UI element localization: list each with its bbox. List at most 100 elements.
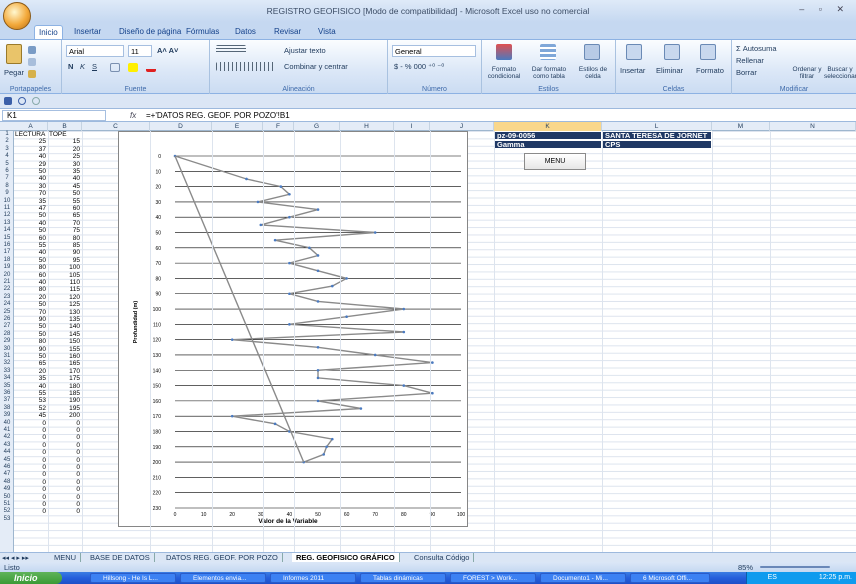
column-header-i[interactable]: I: [394, 122, 430, 131]
table-cell[interactable]: 80: [15, 338, 46, 345]
table-cell[interactable]: 40: [15, 220, 46, 227]
redo-icon[interactable]: [32, 97, 40, 105]
delete-cells-icon[interactable]: [664, 44, 680, 60]
table-cell[interactable]: 50: [15, 257, 46, 264]
row-header[interactable]: 31: [0, 353, 14, 360]
table-cell[interactable]: 40: [15, 249, 46, 256]
table-cell[interactable]: 53: [15, 397, 46, 404]
table-cell[interactable]: 50: [15, 212, 46, 219]
insert-cells-icon[interactable]: [626, 44, 642, 60]
table-cell[interactable]: 90: [49, 249, 80, 256]
table-cell[interactable]: 0: [15, 471, 46, 478]
table-cell[interactable]: 200: [49, 412, 80, 419]
table-cell[interactable]: 65: [15, 360, 46, 367]
table-cell[interactable]: 50: [15, 227, 46, 234]
row-header[interactable]: 9: [0, 190, 14, 197]
row-header[interactable]: 42: [0, 434, 14, 441]
table-cell[interactable]: 50: [15, 323, 46, 330]
row-header[interactable]: 29: [0, 338, 14, 345]
tab-diseno[interactable]: Diseño de página: [115, 25, 185, 40]
fill-button[interactable]: Rellenar: [736, 56, 764, 65]
table-cell[interactable]: 80: [15, 286, 46, 293]
row-header[interactable]: 45: [0, 457, 14, 464]
row-header[interactable]: 27: [0, 323, 14, 330]
table-cell[interactable]: 0: [15, 508, 46, 515]
table-cell[interactable]: 135: [49, 316, 80, 323]
row-header[interactable]: 21: [0, 279, 14, 286]
format-painter-icon[interactable]: [28, 70, 36, 78]
table-cell[interactable]: 0: [15, 457, 46, 464]
table-cell[interactable]: 170: [49, 368, 80, 375]
row-header[interactable]: 19: [0, 264, 14, 271]
cut-icon[interactable]: [28, 46, 36, 54]
tab-formulas[interactable]: Fórmulas: [182, 25, 223, 40]
row-header[interactable]: 43: [0, 442, 14, 449]
row-header[interactable]: 16: [0, 242, 14, 249]
table-cell[interactable]: 40: [49, 175, 80, 182]
table-cell[interactable]: 0: [49, 427, 80, 434]
table-cell[interactable]: 190: [49, 397, 80, 404]
table-cell[interactable]: 110: [49, 279, 80, 286]
table-cell[interactable]: 75: [49, 227, 80, 234]
row-header[interactable]: 11: [0, 205, 14, 212]
sheet-nav-icon[interactable]: ◂◂ ◂ ▸ ▸▸: [2, 554, 29, 562]
worksheet[interactable]: ABCDEFGHIJKLMN 1 2 3 4 5 6 7 8 9 10 11 12 13 14 15 16 17…: [0, 122, 856, 552]
table-cell[interactable]: 0: [49, 494, 80, 501]
row-header[interactable]: 10: [0, 198, 14, 205]
table-cell[interactable]: 30: [49, 161, 80, 168]
table-cell[interactable]: TOPE: [49, 131, 80, 138]
number-format-select[interactable]: General: [392, 45, 476, 57]
table-cell[interactable]: 165: [49, 360, 80, 367]
row-header[interactable]: 7: [0, 175, 14, 182]
tab-inicio[interactable]: Inicio: [34, 25, 63, 40]
row-header[interactable]: 46: [0, 464, 14, 471]
name-box[interactable]: K1: [2, 110, 106, 121]
row-header[interactable]: 38: [0, 405, 14, 412]
table-cell[interactable]: 47: [15, 205, 46, 212]
well-code[interactable]: pz-09-0056: [494, 131, 602, 140]
merge-center-button[interactable]: Combinar y centrar: [284, 62, 348, 71]
font-name-select[interactable]: Arial: [66, 45, 124, 57]
table-format-icon[interactable]: [540, 44, 556, 60]
column-header-g[interactable]: G: [294, 122, 340, 131]
row-header[interactable]: 47: [0, 471, 14, 478]
table-cell[interactable]: 175: [49, 375, 80, 382]
task-item-4[interactable]: Tablas dinámicas: [360, 573, 446, 583]
table-cell[interactable]: 0: [15, 464, 46, 471]
column-header-k[interactable]: K: [494, 122, 602, 131]
table-cell[interactable]: 0: [49, 508, 80, 515]
row-header[interactable]: 2: [0, 138, 14, 145]
table-cell[interactable]: 37: [15, 146, 46, 153]
row-header[interactable]: 37: [0, 397, 14, 404]
row-header[interactable]: 51: [0, 501, 14, 508]
table-cell[interactable]: 60: [49, 205, 80, 212]
row-header[interactable]: 44: [0, 449, 14, 456]
row-header[interactable]: 24: [0, 301, 14, 308]
insert-label[interactable]: Insertar: [620, 66, 645, 75]
italic-icon[interactable]: K: [80, 62, 85, 71]
table-cell[interactable]: 0: [15, 449, 46, 456]
row-header[interactable]: 40: [0, 420, 14, 427]
well-name[interactable]: SANTA TERESA DE JORNET: [602, 131, 712, 140]
table-cell[interactable]: 105: [49, 272, 80, 279]
table-cell[interactable]: 0: [49, 449, 80, 456]
row-header[interactable]: 15: [0, 235, 14, 242]
table-cell[interactable]: 45: [49, 183, 80, 190]
row-header[interactable]: 48: [0, 479, 14, 486]
table-cell[interactable]: 15: [49, 138, 80, 145]
task-item-1[interactable]: Hillsong - He Is L...: [90, 573, 176, 583]
zoom-level[interactable]: 85%: [738, 563, 753, 572]
paste-icon[interactable]: [6, 44, 22, 64]
column-header-c[interactable]: C: [82, 122, 150, 131]
tab-datos[interactable]: Datos: [231, 25, 260, 40]
conditional-format-icon[interactable]: [496, 44, 512, 60]
table-cell[interactable]: 185: [49, 390, 80, 397]
table-cell[interactable]: 35: [15, 375, 46, 382]
task-item-6[interactable]: Documento1 - Mi...: [540, 573, 626, 583]
format-cells-icon[interactable]: [700, 44, 716, 60]
table-cell[interactable]: 120: [49, 294, 80, 301]
row-header[interactable]: 25: [0, 309, 14, 316]
row-header[interactable]: 49: [0, 486, 14, 493]
table-cell[interactable]: 29: [15, 161, 46, 168]
table-cell[interactable]: 50: [15, 331, 46, 338]
